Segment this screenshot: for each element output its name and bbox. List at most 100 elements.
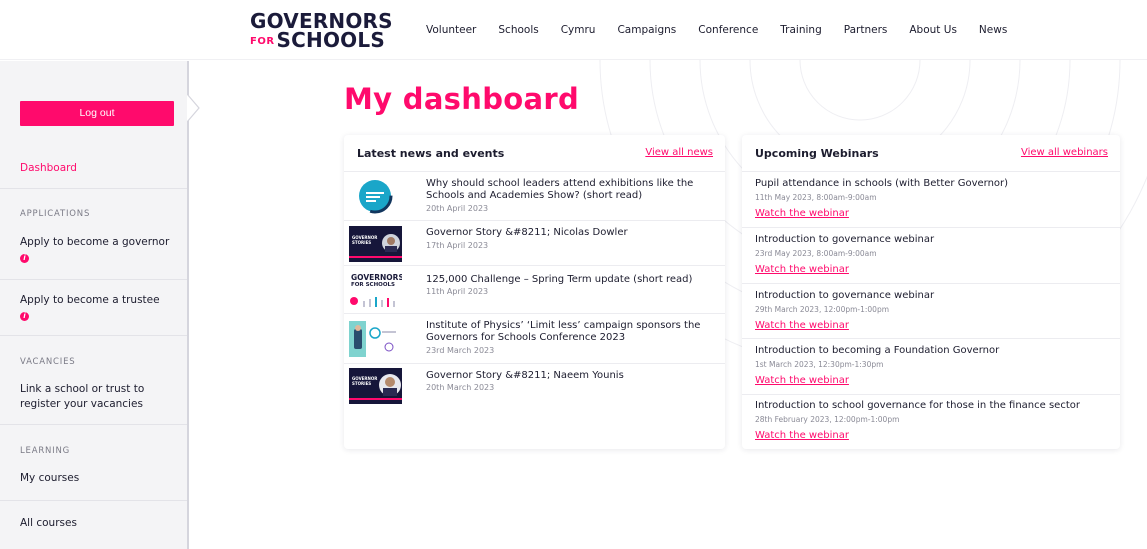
sidebar-item-label: Apply to become a trustee (20, 294, 160, 306)
webinars-card-title: Upcoming Webinars (755, 147, 879, 160)
news-item-date: 20th April 2023 (426, 204, 489, 213)
thumb-label: GOVERNOR STORIES (352, 235, 378, 245)
sidebar-divider (0, 335, 187, 336)
page-title: My dashboard (344, 82, 580, 116)
nav-volunteer[interactable]: Volunteer (426, 24, 476, 36)
sidebar-item-apply-trustee[interactable]: Apply to become a trustee i (20, 293, 160, 323)
thumb-label: GOVERNOR STORIES (352, 376, 378, 386)
site-header: GOVERNORS FOR SCHOOLS Volunteer Schools C… (0, 0, 1147, 60)
webinars-card-header: Upcoming Webinars View all webinars (742, 135, 1120, 172)
news-item-title: Institute of Physics’ ‘Limit less’ campa… (426, 320, 715, 344)
nav-conference[interactable]: Conference (698, 24, 758, 36)
news-item[interactable]: GOVERNOR STORIES Governor Story &#8211; … (344, 364, 725, 409)
webinar-item: Introduction to governance webinar 23rd … (742, 228, 1120, 284)
sidebar-heading-applications: APPLICATIONS (20, 209, 91, 219)
webinar-date: 29th March 2023, 12:00pm-1:00pm (755, 305, 890, 314)
sidebar-item-apply-governor[interactable]: Apply to become a governor i (20, 235, 169, 265)
news-thumbnail: GOVERNOR STORIES (349, 226, 402, 262)
logo-line2: FOR SCHOOLS (250, 30, 385, 52)
academies-show-logo-icon (349, 178, 402, 214)
watch-webinar-link[interactable]: Watch the webinar (755, 375, 849, 386)
nav-schools[interactable]: Schools (498, 24, 538, 36)
main-nav: Volunteer Schools Cymru Campaigns Confer… (426, 24, 1029, 36)
webinar-date: 23rd May 2023, 8:00am-9:00am (755, 249, 877, 258)
news-item[interactable]: GOVERNOR STORIES Governor Story &#8211; … (344, 221, 725, 266)
nav-about-us[interactable]: About Us (909, 24, 957, 36)
news-item-date: 17th April 2023 (426, 241, 489, 250)
watch-webinar-link[interactable]: Watch the webinar (755, 320, 849, 331)
watch-webinar-link[interactable]: Watch the webinar (755, 430, 849, 441)
news-item[interactable]: Institute of Physics’ ‘Limit less’ campa… (344, 314, 725, 364)
news-item[interactable]: GOVERNORS FOR SCHOOLS 125,000 Challenge … (344, 266, 725, 314)
sidebar-item-link-school[interactable]: Link a school or trust to register your … (20, 382, 144, 412)
nav-campaigns[interactable]: Campaigns (617, 24, 676, 36)
webinar-item: Introduction to becoming a Foundation Go… (742, 339, 1120, 395)
info-icon: i (20, 254, 29, 263)
nav-partners[interactable]: Partners (844, 24, 888, 36)
news-item-title: Why should school leaders attend exhibit… (426, 178, 715, 202)
webinar-item: Introduction to governance webinar 29th … (742, 284, 1120, 339)
sidebar-divider (0, 279, 187, 280)
news-item-title-line: Institute of Physics’ ‘Limit less’ campa… (426, 320, 701, 331)
webinars-card: Upcoming Webinars View all webinars Pupi… (742, 135, 1120, 449)
webinar-title: Introduction to school governance for th… (755, 400, 1080, 411)
news-item-title: 125,000 Challenge – Spring Term update (… (426, 274, 693, 285)
news-item-title-line: Why should school leaders attend exhibit… (426, 178, 694, 189)
news-item-title-line: Governors for Schools Conference 2023 (426, 332, 626, 343)
sidebar-divider (0, 500, 187, 501)
webinar-item: Pupil attendance in schools (with Better… (742, 172, 1120, 228)
governor-story-thumbnail-icon (349, 368, 402, 404)
gfs-mini-line2: FOR SCHOOLS (351, 282, 395, 288)
nav-news[interactable]: News (979, 24, 1007, 36)
news-thumbnail (349, 178, 402, 214)
sidebar-item-label: Link a school or trust to (20, 383, 145, 395)
sidebar-item-all-courses[interactable]: All courses (20, 516, 77, 531)
news-item-date: 11th April 2023 (426, 287, 489, 296)
webinar-title: Pupil attendance in schools (with Better… (755, 178, 1009, 189)
sidebar-item-my-courses[interactable]: My courses (20, 471, 79, 486)
webinar-title: Introduction to becoming a Foundation Go… (755, 345, 1000, 356)
logo-for: FOR (250, 36, 275, 47)
news-item-date: 20th March 2023 (426, 383, 495, 392)
sidebar-heading-vacancies: VACANCIES (20, 357, 76, 367)
sidebar-heading-learning: LEARNING (20, 446, 71, 456)
sidebar-divider (0, 424, 187, 425)
news-item-date: 23rd March 2023 (426, 346, 495, 355)
webinar-title: Introduction to governance webinar (755, 290, 935, 301)
news-thumbnail (349, 321, 402, 357)
news-thumbnail: GOVERNOR STORIES (349, 368, 402, 404)
info-icon: i (20, 312, 29, 321)
webinar-title: Introduction to governance webinar (755, 234, 935, 245)
sidebar-item-label: Apply to become a governor (20, 236, 170, 248)
institute-physics-thumbnail-icon (349, 321, 402, 357)
logout-button[interactable]: Log out (20, 101, 174, 126)
news-thumbnail: GOVERNORS FOR SCHOOLS (349, 272, 402, 308)
nav-training[interactable]: Training (780, 24, 821, 36)
news-item-title: Governor Story &#8211; Nicolas Dowler (426, 227, 628, 238)
sidebar: Log out Dashboard APPLICATIONS Apply to … (0, 61, 189, 549)
nav-cymru[interactable]: Cymru (561, 24, 596, 36)
view-all-webinars-link[interactable]: View all webinars (1021, 147, 1108, 158)
watch-webinar-link[interactable]: Watch the webinar (755, 264, 849, 275)
gfs-mini-logo: GOVERNORS FOR SCHOOLS (351, 273, 402, 294)
news-item[interactable]: Why should school leaders attend exhibit… (344, 172, 725, 221)
view-all-news-link[interactable]: View all news (645, 147, 713, 158)
webinar-date: 28th February 2023, 12:00pm-1:00pm (755, 415, 900, 424)
webinar-date: 11th May 2023, 8:00am-9:00am (755, 193, 877, 202)
sidebar-item-label: register your vacancies (20, 398, 143, 410)
news-item-title-line: Schools and Academies Show? (short read) (426, 190, 643, 201)
watch-webinar-link[interactable]: Watch the webinar (755, 208, 849, 219)
news-card-title: Latest news and events (357, 147, 505, 160)
webinar-date: 1st March 2023, 12:30pm-1:30pm (755, 360, 884, 369)
gfs-mini-graphic-icon (350, 297, 395, 307)
sidebar-item-dashboard[interactable]: Dashboard (20, 161, 77, 176)
news-item-title: Governor Story &#8211; Naeem Younis (426, 370, 624, 381)
news-card-header: Latest news and events View all news (344, 135, 725, 172)
news-card: Latest news and events View all news Why… (344, 135, 725, 449)
webinar-item: Introduction to school governance for th… (742, 395, 1120, 449)
gfs-mini-line1: GOVERNORS (351, 273, 402, 282)
sidebar-divider (0, 188, 187, 189)
site-logo[interactable]: GOVERNORS FOR SCHOOLS (250, 11, 400, 51)
logo-schools: SCHOOLS (276, 28, 385, 52)
active-chevron-icon (187, 94, 200, 122)
